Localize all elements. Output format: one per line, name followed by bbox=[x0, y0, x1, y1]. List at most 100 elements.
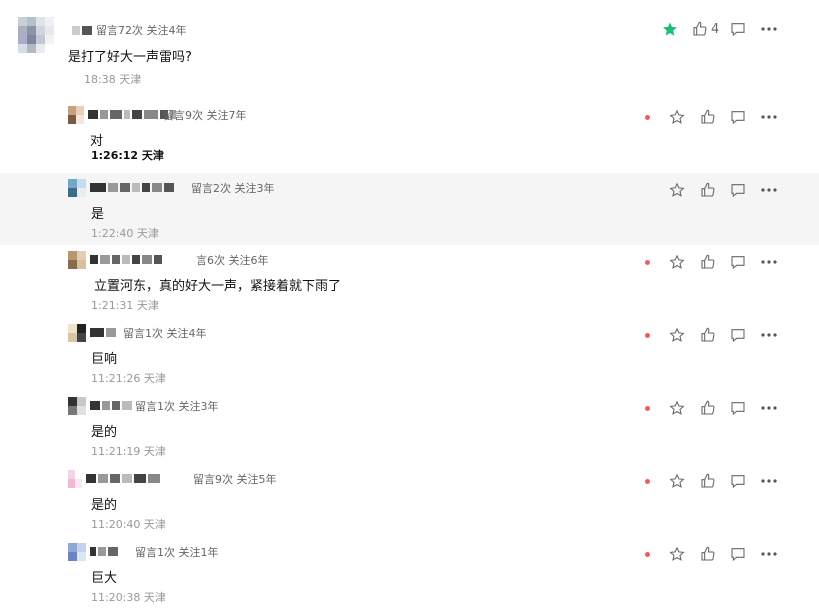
more-icon bbox=[761, 115, 777, 119]
user-stats: 留言2次 关注3年 bbox=[191, 182, 275, 195]
username-blurred[interactable] bbox=[90, 328, 116, 337]
user-stats: 留言1次 关注1年 bbox=[135, 546, 219, 559]
reply-button[interactable] bbox=[730, 107, 746, 127]
more-button[interactable] bbox=[760, 252, 778, 272]
like-button[interactable] bbox=[700, 398, 716, 418]
star-button[interactable] bbox=[669, 252, 685, 272]
star-icon bbox=[669, 327, 685, 342]
reply-button[interactable] bbox=[730, 252, 746, 272]
reply-button[interactable] bbox=[730, 471, 746, 491]
comment-icon bbox=[731, 329, 745, 343]
comment-text: 立置河东，真的好大一声，紧接着就下雨了 bbox=[94, 279, 342, 294]
star-icon bbox=[669, 182, 685, 197]
avatar[interactable] bbox=[68, 251, 86, 269]
star-button[interactable] bbox=[669, 471, 685, 491]
reply-item: 留言9次 关注5年 是的 11:20:40 天津 bbox=[0, 464, 819, 537]
thumbs-up-icon bbox=[701, 182, 715, 197]
comment-time: 1:22:40 天津 bbox=[91, 227, 159, 240]
like-button[interactable] bbox=[700, 325, 716, 345]
reply-item: 言6次 关注6年 立置河东，真的好大一声，紧接着就下雨了 1:21:31 天津 bbox=[0, 245, 819, 318]
more-button[interactable] bbox=[760, 107, 778, 127]
more-icon bbox=[761, 333, 777, 337]
unread-dot bbox=[644, 471, 650, 491]
comment-time: 1:26:12 天津 bbox=[91, 149, 164, 162]
star-icon bbox=[669, 400, 685, 415]
username-blurred[interactable] bbox=[86, 474, 160, 483]
reply-item: 留言2次 关注3年是 1:22:40 天津 bbox=[0, 173, 819, 245]
star-button[interactable] bbox=[669, 325, 685, 345]
user-stats: 留言9次 关注7年 bbox=[163, 109, 247, 122]
comment-icon bbox=[731, 23, 745, 37]
reply-item: 留言1次 关注4年 巨响 11:21:26 天津 bbox=[0, 318, 819, 391]
avatar[interactable] bbox=[68, 397, 86, 415]
thumbs-up-icon bbox=[701, 473, 715, 488]
star-button[interactable] bbox=[662, 19, 678, 39]
avatar[interactable] bbox=[18, 17, 54, 53]
avatar[interactable] bbox=[68, 324, 86, 342]
reply-button[interactable] bbox=[730, 398, 746, 418]
comment-time: 11:21:26 天津 bbox=[91, 372, 166, 385]
like-button[interactable] bbox=[700, 180, 716, 200]
like-button[interactable] bbox=[700, 252, 716, 272]
username-blurred[interactable] bbox=[90, 255, 162, 264]
star-icon bbox=[669, 546, 685, 561]
unread-dot bbox=[644, 252, 650, 272]
username-blurred[interactable] bbox=[72, 25, 92, 35]
more-button[interactable] bbox=[760, 471, 778, 491]
star-button[interactable] bbox=[669, 180, 685, 200]
avatar[interactable] bbox=[68, 543, 86, 561]
like-button[interactable] bbox=[700, 107, 716, 127]
comment-icon bbox=[731, 548, 745, 562]
star-icon bbox=[669, 473, 685, 488]
user-meta: 留言72次 关注4年 bbox=[72, 22, 191, 38]
more-icon bbox=[761, 188, 777, 192]
star-button[interactable] bbox=[669, 544, 685, 564]
username-blurred[interactable] bbox=[90, 547, 118, 556]
more-button[interactable] bbox=[760, 180, 778, 200]
reply-button[interactable] bbox=[730, 325, 746, 345]
reply-button[interactable] bbox=[730, 180, 746, 200]
comment-text: 是的 bbox=[91, 425, 118, 440]
more-button[interactable] bbox=[760, 544, 778, 564]
reply-button[interactable] bbox=[730, 19, 746, 39]
more-button[interactable] bbox=[760, 398, 778, 418]
unread-dot bbox=[644, 544, 650, 564]
more-icon bbox=[761, 479, 777, 483]
like-button[interactable] bbox=[700, 471, 716, 491]
comment-text: 巨响 bbox=[91, 352, 118, 367]
more-button[interactable] bbox=[760, 19, 778, 39]
avatar[interactable] bbox=[68, 106, 84, 124]
like-button[interactable] bbox=[700, 544, 716, 564]
thumbs-up-icon bbox=[701, 254, 715, 269]
comment-time: 1:21:31 天津 bbox=[91, 299, 159, 312]
comment-icon bbox=[731, 256, 745, 270]
comment-text: 巨大 bbox=[91, 571, 118, 586]
star-icon bbox=[669, 109, 685, 124]
star-icon bbox=[663, 22, 677, 36]
star-icon bbox=[669, 254, 685, 269]
star-button[interactable] bbox=[669, 107, 685, 127]
comment-icon bbox=[731, 402, 745, 416]
thumbs-up-icon bbox=[701, 327, 715, 342]
more-icon bbox=[761, 406, 777, 410]
avatar[interactable] bbox=[68, 470, 82, 488]
reply-button[interactable] bbox=[730, 544, 746, 564]
comment-time: 11:21:19 天津 bbox=[91, 445, 166, 458]
user-stats: 留言1次 关注4年 bbox=[123, 327, 207, 340]
unread-dot bbox=[644, 398, 650, 418]
star-button[interactable] bbox=[669, 398, 685, 418]
unread-dot bbox=[644, 325, 650, 345]
more-button[interactable] bbox=[760, 325, 778, 345]
avatar[interactable] bbox=[68, 179, 86, 197]
user-stats: 留言9次 关注5年 bbox=[193, 473, 277, 486]
user-stats: 留言72次 关注4年 bbox=[96, 24, 187, 37]
reply-item: 留言1次 关注1年 巨大 11:20:38 天津 bbox=[0, 537, 819, 612]
thumbs-up-icon bbox=[693, 21, 707, 36]
comment-time: 18:38 天津 bbox=[84, 73, 142, 86]
reply-item: 留言9次 关注7年对 1:26:12 天津 bbox=[0, 100, 819, 173]
like-button[interactable]: 4 bbox=[692, 19, 722, 39]
comment-item: 留言72次 关注4年 是打了好大一声雷吗? 18:38 天津 4 bbox=[0, 0, 819, 95]
more-icon bbox=[761, 260, 777, 264]
username-blurred[interactable] bbox=[90, 183, 174, 192]
username-blurred[interactable] bbox=[90, 401, 132, 410]
